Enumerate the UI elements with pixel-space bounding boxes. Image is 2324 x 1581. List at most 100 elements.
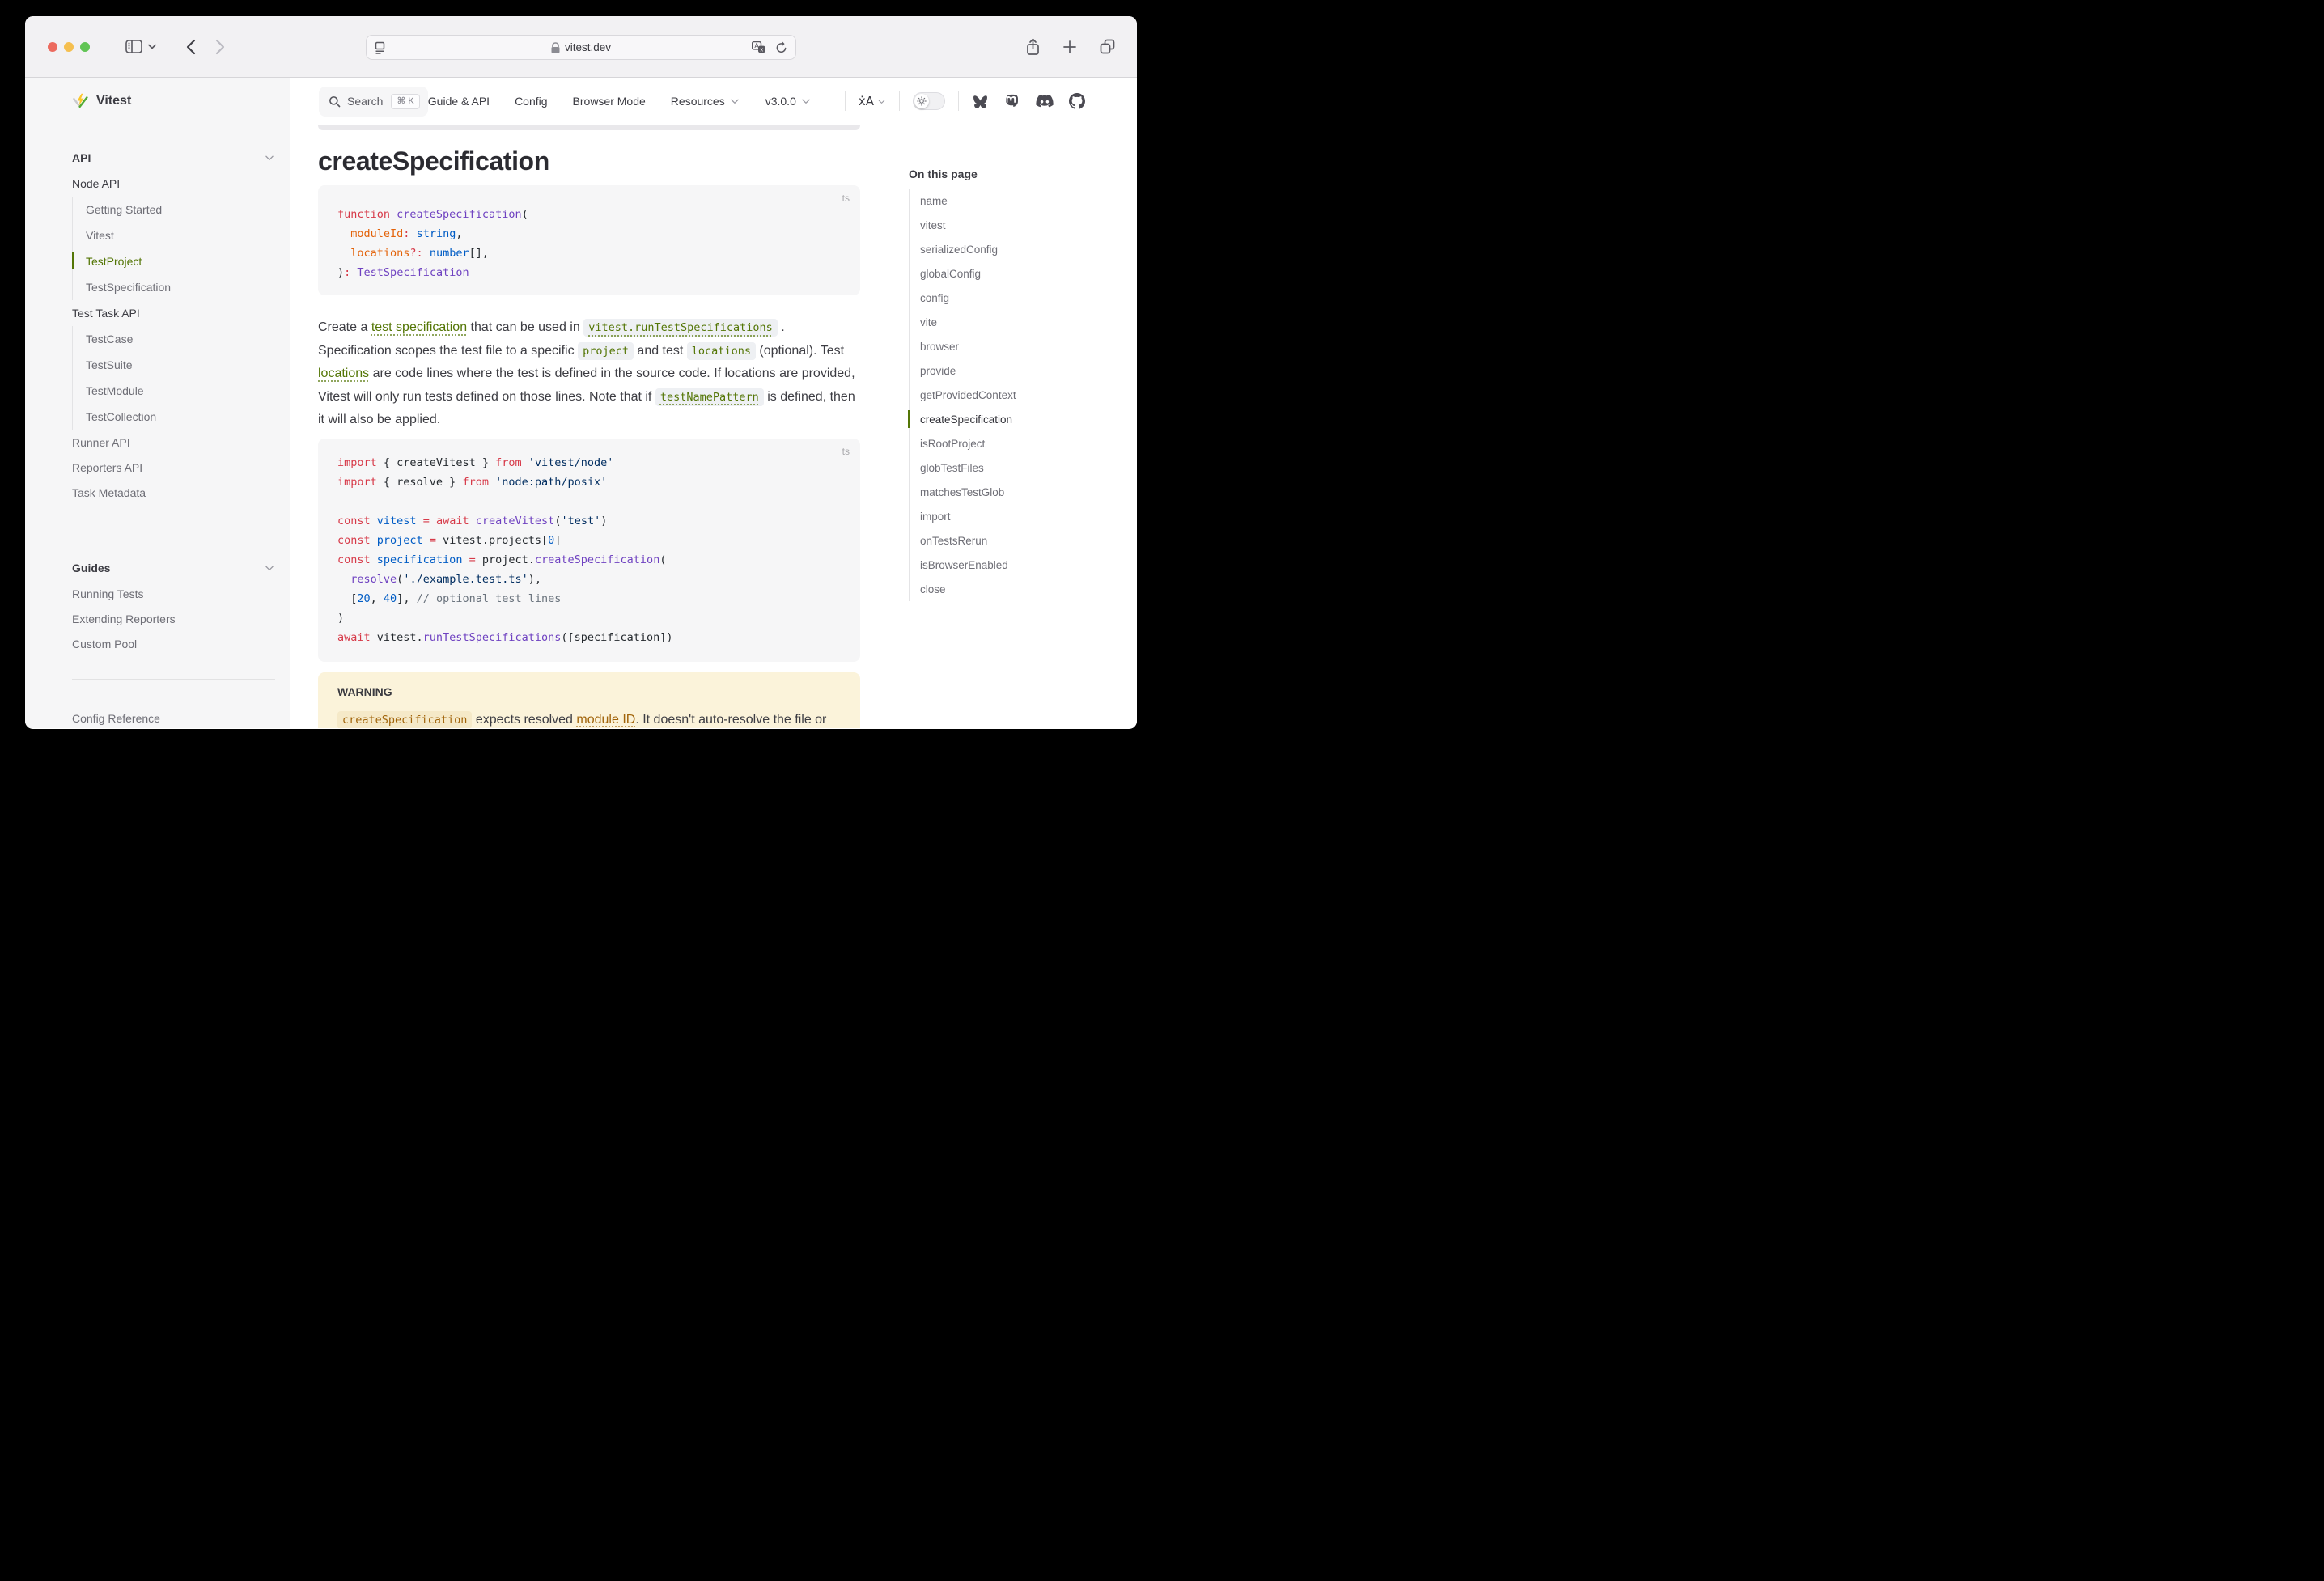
toc-item-isbrowserenabled[interactable]: isBrowserEnabled: [920, 553, 1135, 577]
warning-title: WARNING: [337, 684, 841, 700]
sidebar-section-guides[interactable]: Guides: [72, 554, 275, 581]
sidebar-toggle-icon[interactable]: [125, 40, 142, 53]
close-window-button[interactable]: [48, 42, 57, 52]
code-link-vitest-runtestspecifications[interactable]: vitest.runTestSpecifications: [583, 320, 778, 334]
back-button[interactable]: [185, 39, 196, 55]
url-text: vitest.dev: [565, 41, 611, 53]
code-line: moduleId: string,: [318, 224, 860, 244]
warning-callout: WARNING createSpecification expects reso…: [318, 672, 860, 729]
theme-toggle[interactable]: [913, 92, 945, 110]
nav-item-config[interactable]: Config: [515, 95, 547, 108]
toc-item-close[interactable]: close: [920, 577, 1135, 601]
nav-item-browser-mode[interactable]: Browser Mode: [573, 95, 646, 108]
code-line: [318, 492, 860, 511]
sidebar-group-items: Getting StartedVitestTestProjectTestSpec…: [72, 197, 275, 300]
toc-item-vitest[interactable]: vitest: [920, 213, 1135, 237]
bluesky-icon[interactable]: [972, 94, 989, 109]
reload-icon[interactable]: [775, 41, 787, 54]
sidebar: Vitest APINode APIGetting StartedVitestT…: [25, 78, 290, 728]
sidebar-item-testcase[interactable]: TestCase: [86, 326, 275, 352]
lock-icon: [551, 42, 560, 53]
code-line: resolve('./example.test.ts'),: [318, 570, 860, 589]
code-line: [20, 40], // optional test lines: [318, 589, 860, 608]
toc-item-name[interactable]: name: [920, 189, 1135, 213]
code-line: locations?: number[],: [318, 244, 860, 263]
nav-item-guide-api[interactable]: Guide & API: [428, 95, 490, 108]
page-title: createSpecification: [318, 145, 860, 177]
sidebar-item-running-tests[interactable]: Running Tests: [72, 581, 275, 606]
vitest-logo[interactable]: Vitest: [72, 78, 275, 125]
chevron-down-icon: [729, 95, 740, 107]
code-block-signature[interactable]: ts function createSpecification( moduleI…: [318, 185, 860, 295]
sidebar-item-vitest[interactable]: Vitest: [86, 223, 275, 248]
sidebar-item-config-reference[interactable]: Config Reference: [72, 706, 275, 728]
mastodon-icon[interactable]: [1004, 93, 1020, 109]
translate-icon: ẋA: [859, 94, 874, 108]
toc-item-ontestsrerun[interactable]: onTestsRerun: [920, 528, 1135, 553]
sidebar-item-testproject[interactable]: TestProject: [86, 248, 275, 274]
social-links: [972, 93, 1085, 109]
nav-item-resources[interactable]: Resources: [671, 95, 740, 108]
chevron-down-icon[interactable]: [148, 44, 156, 49]
toc-item-provide[interactable]: provide: [920, 358, 1135, 383]
code-line: const specification = project.createSpec…: [318, 550, 860, 570]
doc-link-test-specification[interactable]: test specification: [371, 320, 467, 334]
sidebar-item-runner-api[interactable]: Runner API: [72, 430, 275, 455]
toc-item-getprovidedcontext[interactable]: getProvidedContext: [920, 383, 1135, 407]
sidebar-nav: APINode APIGetting StartedVitestTestProj…: [72, 125, 275, 728]
github-icon[interactable]: [1069, 93, 1085, 109]
code-line: await vitest.runTestSpecifications([spec…: [318, 628, 860, 647]
toc-active-marker: [908, 410, 910, 428]
sidebar-item-extending-reporters[interactable]: Extending Reporters: [72, 606, 275, 631]
code-link-testnamepattern[interactable]: testNamePattern: [655, 390, 764, 404]
translate-page-icon[interactable]: Ax: [752, 41, 765, 53]
toc-item-config[interactable]: config: [920, 286, 1135, 310]
code-line: ): [318, 608, 860, 628]
inline-code: project: [578, 342, 634, 360]
sidebar-group-node-api: Node API: [72, 171, 275, 197]
sidebar-item-testcollection[interactable]: TestCollection: [86, 404, 275, 430]
new-tab-icon[interactable]: [1062, 40, 1077, 54]
sidebar-group-test-task-api: Test Task API: [72, 300, 275, 326]
code-line: import { resolve } from 'node:path/posix…: [318, 473, 860, 492]
toc-item-import[interactable]: import: [920, 504, 1135, 528]
sidebar-section-api[interactable]: API: [72, 144, 275, 171]
toc-item-matchestestglob[interactable]: matchesTestGlob: [920, 480, 1135, 504]
header-divider: [845, 91, 846, 111]
sidebar-item-testmodule[interactable]: TestModule: [86, 378, 275, 404]
sidebar-item-custom-pool[interactable]: Custom Pool: [72, 631, 275, 656]
address-bar[interactable]: vitest.dev Ax: [366, 35, 796, 60]
reader-view-icon[interactable]: [375, 41, 387, 54]
zoom-window-button[interactable]: [80, 42, 90, 52]
share-icon[interactable]: [1025, 38, 1041, 56]
doc-main: createSpecification ts function createSp…: [318, 125, 860, 728]
toc-item-createspecification[interactable]: createSpecification: [920, 407, 1135, 431]
discord-icon[interactable]: [1036, 95, 1054, 108]
doc-link-module-id[interactable]: module ID: [576, 713, 635, 727]
page-content: createSpecification ts function createSp…: [290, 125, 1137, 728]
toc-item-globalconfig[interactable]: globalConfig: [920, 261, 1135, 286]
description-paragraph: Create a test specification that can be …: [318, 316, 860, 432]
nav-item-v3-0-0[interactable]: v3.0.0: [765, 95, 812, 108]
search-input[interactable]: Search ⌘ K: [319, 87, 428, 117]
doc-link-locations[interactable]: locations: [318, 367, 369, 380]
tab-overview-icon[interactable]: [1099, 38, 1116, 55]
toc-item-globtestfiles[interactable]: globTestFiles: [920, 456, 1135, 480]
sidebar-item-reporters-api[interactable]: Reporters API: [72, 455, 275, 480]
toc-item-serializedconfig[interactable]: serializedConfig: [920, 237, 1135, 261]
forward-button[interactable]: [215, 39, 226, 55]
code-line: function createSpecification(: [318, 205, 860, 224]
toc-item-vite[interactable]: vite: [920, 310, 1135, 334]
minimize-window-button[interactable]: [64, 42, 74, 52]
header-controls: ẋA: [832, 91, 1085, 111]
code-block-example[interactable]: ts import { createVitest } from 'vitest/…: [318, 439, 860, 662]
sidebar-item-testsuite[interactable]: TestSuite: [86, 352, 275, 378]
sidebar-item-testspecification[interactable]: TestSpecification: [86, 274, 275, 300]
search-placeholder: Search: [347, 95, 383, 108]
sidebar-item-getting-started[interactable]: Getting Started: [86, 197, 275, 223]
browser-toolbar: vitest.dev Ax: [25, 16, 1137, 78]
toc-item-isrootproject[interactable]: isRootProject: [920, 431, 1135, 456]
sidebar-item-task-metadata[interactable]: Task Metadata: [72, 480, 275, 505]
toc-item-browser[interactable]: browser: [920, 334, 1135, 358]
language-menu-button[interactable]: ẋA: [859, 94, 886, 108]
